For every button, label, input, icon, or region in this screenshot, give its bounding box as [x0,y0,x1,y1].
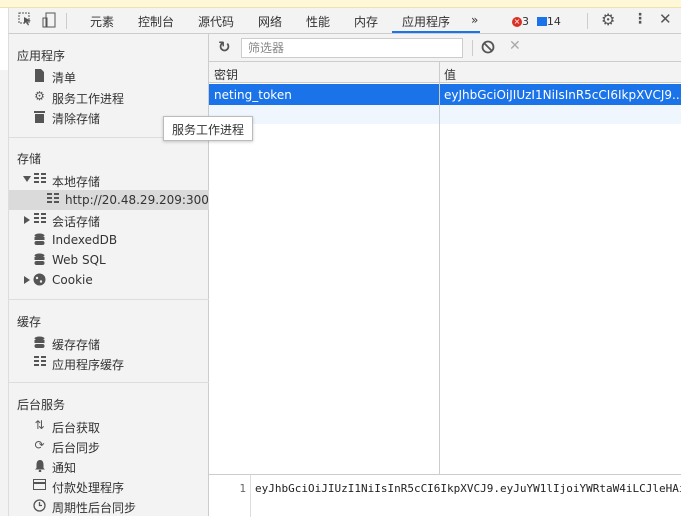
refresh-icon[interactable]: ↻ [218,38,231,56]
storage-view: ↻ ✕ 密钥 值 neting_token eyJhbGciOiJIUzI1Ni… [209,34,681,517]
devtools-tabbar: 元素 控制台 源代码 网络 性能 内存 应用程序 » × 3 14 ⚙ ⋮ ✕ [8,8,681,34]
sidebar-item-cache-storage[interactable]: 缓存存储 [9,333,209,353]
sidebar-item-session-storage[interactable]: 会话存储 [9,210,209,230]
row-key: neting_token [214,88,292,102]
grid-icon [46,193,59,206]
expand-arrow-icon[interactable] [23,176,31,182]
table-header: 密钥 值 [209,62,681,83]
tab-memory[interactable]: 内存 [354,13,378,30]
database-icon [33,233,46,246]
sidebar-item-payment-handler[interactable]: 付款处理程序 [9,476,209,496]
filter-input[interactable] [241,38,463,58]
row-value: eyJhbGciOiJIUzI1NiIsInR5cCI6IkpXVCJ9.... [444,88,681,102]
section-application: 应用程序 [17,49,66,63]
sidebar-item-manifest[interactable]: 清单 [9,66,209,86]
error-icon: × [512,16,522,27]
close-devtools-icon[interactable]: ✕ [659,10,672,28]
device-toolbar-icon[interactable] [42,12,56,31]
inspect-element-icon[interactable] [18,12,32,29]
cookie-icon [33,273,46,286]
line-number: 1 [239,482,246,495]
database-icon [33,336,46,349]
error-count[interactable]: × 3 14 [512,14,561,28]
arrows-updown-icon: ⇅ [34,418,45,432]
tooltip: 服务工作进程 [163,116,253,141]
sidebar-item-background-fetch[interactable]: ⇅ 后台获取 [9,416,209,436]
page-edge [0,8,8,516]
sync-icon: ⟳ [34,438,45,452]
sidebar-item-notifications[interactable]: 通知 [9,456,209,476]
sidebar-item-service-workers[interactable]: ⚙ 服务工作进程 [9,87,209,107]
grid-icon [33,356,46,369]
card-icon [33,479,46,492]
column-divider[interactable] [439,62,440,474]
preview-text[interactable]: eyJhbGciOiJIUzI1NiIsInR5cCI6IkpXVCJ9.eyJ… [255,482,681,495]
storage-toolbar: ↻ ✕ [209,34,681,62]
more-tabs-button[interactable]: » [471,13,478,27]
clear-all-icon[interactable] [481,40,495,57]
sidebar-item-background-sync[interactable]: ⟳ 后台同步 [9,436,209,456]
more-options-icon[interactable]: ⋮ [633,11,647,27]
tab-network[interactable]: 网络 [258,13,282,30]
trash-icon [33,110,46,123]
delete-selected-icon[interactable]: ✕ [509,38,521,54]
clock-icon [33,499,46,512]
tab-elements[interactable]: 元素 [90,13,114,30]
tab-console[interactable]: 控制台 [138,13,174,30]
section-cache: 缓存 [17,315,42,329]
sidebar-item-local-storage[interactable]: 本地存储 [9,170,209,190]
info-bar [0,0,681,8]
grid-icon [33,213,46,226]
tab-performance[interactable]: 性能 [306,13,330,30]
expand-arrow-icon[interactable] [24,216,30,224]
sidebar-item-cookies[interactable]: Cookie [9,270,209,290]
message-icon [536,17,547,26]
sidebar-item-application-cache[interactable]: 应用程序缓存 [9,353,209,373]
settings-gear-icon[interactable]: ⚙ [601,10,615,29]
grid-icon [33,173,46,186]
section-storage: 存储 [17,152,42,166]
active-tab-indicator [392,31,480,33]
tab-sources[interactable]: 源代码 [198,13,234,30]
value-preview: 1 eyJhbGciOiJIUzI1NiIsInR5cCI6IkpXVCJ9.e… [209,474,681,517]
gear-icon: ⚙ [34,89,45,103]
column-key[interactable]: 密钥 [214,66,238,83]
line-gutter: 1 [209,475,251,517]
sidebar-item-periodic-background-sync[interactable]: 周期性后台同步 [9,496,209,516]
column-value[interactable]: 值 [444,66,456,83]
sidebar-item-web-sql[interactable]: Web SQL [9,250,209,270]
sidebar-item-indexeddb[interactable]: IndexedDB [9,230,209,250]
sidebar-item-local-origin[interactable]: http://20.48.29.209:30080 [9,190,224,210]
application-sidebar: 应用程序 清单 ⚙ 服务工作进程 清除存储 存储 本地存储 http://20.4… [8,34,224,516]
database-icon [33,253,46,266]
table-row[interactable]: neting_token eyJhbGciOiJIUzI1NiIsInR5cCI… [209,84,681,105]
file-icon [33,69,46,82]
empty-row [209,105,681,124]
bell-icon [33,459,46,473]
expand-arrow-icon[interactable] [24,276,30,284]
tab-application[interactable]: 应用程序 [402,13,450,30]
section-background-services: 后台服务 [17,398,66,412]
